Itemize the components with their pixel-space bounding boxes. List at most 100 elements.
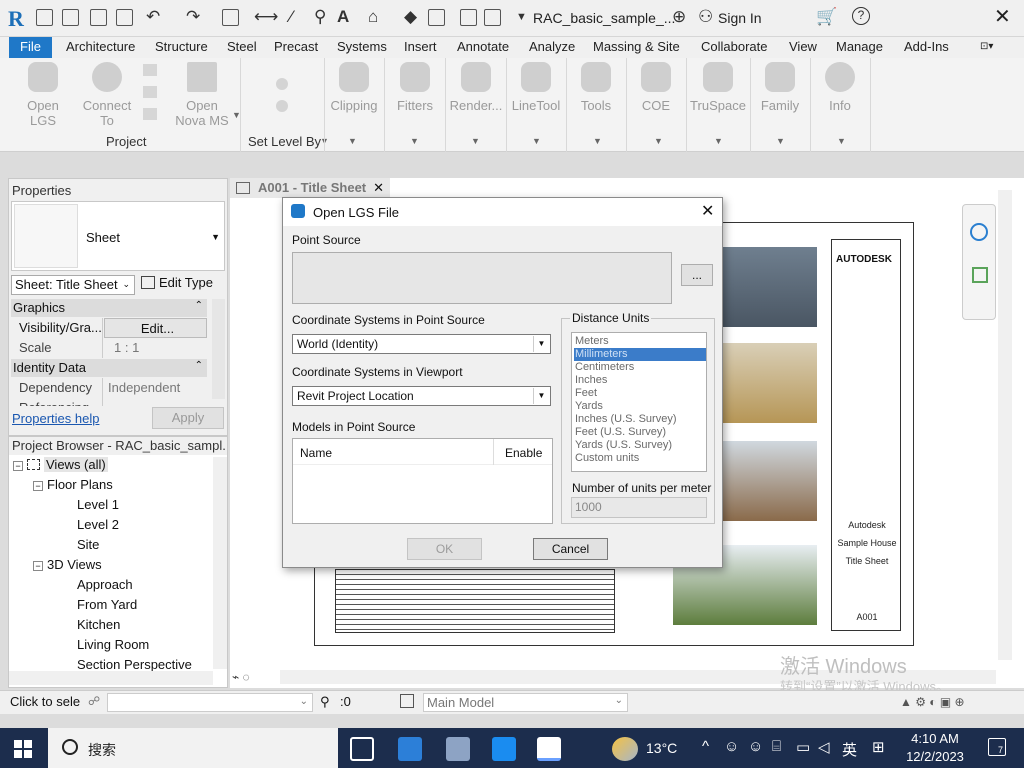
open-lgs-button[interactable]: Open LGS xyxy=(20,62,66,128)
close-icon[interactable]: ✕ xyxy=(373,180,384,196)
unit-option[interactable]: Yards xyxy=(574,400,706,413)
cancel-button[interactable]: Cancel xyxy=(533,538,608,560)
point-source-field[interactable] xyxy=(292,252,672,304)
dimension-icon[interactable]: ⁄ xyxy=(290,7,293,27)
tree-node-living-room[interactable]: Living Room xyxy=(77,637,149,652)
apply-button[interactable]: Apply xyxy=(152,407,224,429)
text-icon[interactable]: A xyxy=(337,7,349,27)
chevron-down-icon[interactable]: ▼ xyxy=(348,136,357,146)
redo-icon[interactable]: ↷ xyxy=(186,7,200,27)
level-icon[interactable] xyxy=(276,100,288,112)
unit-option[interactable]: Feet (U.S. Survey) xyxy=(574,426,706,439)
canvas-vscrollbar[interactable] xyxy=(998,190,1012,660)
editable-only-icon[interactable]: ⚲ xyxy=(320,694,330,710)
chevron-down-icon[interactable]: ▼ xyxy=(593,136,602,146)
print-icon[interactable] xyxy=(222,9,239,26)
tree-node-section-perspective[interactable]: Section Perspective xyxy=(77,657,192,672)
selection-filter-icons[interactable]: ▲ ⚙ ◐ ▣ ⊕ xyxy=(900,695,965,709)
category-graphics[interactable]: Graphics ⌃ xyxy=(11,299,207,317)
edit-type-button[interactable]: Edit Type xyxy=(141,275,213,290)
unit-option-selected[interactable]: Millimeters xyxy=(574,348,706,361)
type-selector[interactable]: Sheet ▼ xyxy=(11,201,225,271)
view-control-icons[interactable]: ⌁ ◌ xyxy=(232,670,250,684)
unit-option[interactable]: Feet xyxy=(574,387,706,400)
help-icon[interactable]: ? xyxy=(852,7,870,25)
coord-source-select[interactable]: World (Identity) ▼ xyxy=(292,334,551,354)
tab-view[interactable]: View xyxy=(789,39,817,54)
customize-qat-icon[interactable]: ▼ xyxy=(516,11,527,23)
zoom-icon[interactable] xyxy=(972,267,988,283)
ime-indicator[interactable]: 英 xyxy=(842,739,857,760)
open-nova-ms-button[interactable]: Open Nova MS xyxy=(172,62,232,128)
units-per-meter-input[interactable]: 1000 xyxy=(571,497,707,518)
small-tool-icon[interactable] xyxy=(143,86,157,98)
collapse-icon[interactable]: ⌃ xyxy=(195,300,203,311)
tab-file[interactable]: File xyxy=(9,37,52,58)
chevron-down-icon[interactable]: ▼ xyxy=(714,136,723,146)
design-option-select[interactable]: Main Model ⌄ xyxy=(423,693,628,712)
fitters-button[interactable]: Fitters xyxy=(387,62,443,113)
browser-hscrollbar[interactable] xyxy=(9,671,213,685)
qq-icon[interactable]: ☺ xyxy=(724,738,739,755)
instance-filter-select[interactable]: Sheet: Title Sheet ⌄ xyxy=(11,275,135,295)
binoculars-icon[interactable]: ⊕ xyxy=(672,7,686,27)
properties-help-link[interactable]: Properties help xyxy=(12,411,99,426)
tab-precast[interactable]: Precast xyxy=(274,39,318,54)
steering-wheel-icon[interactable] xyxy=(970,223,988,241)
ok-button[interactable]: OK xyxy=(407,538,482,560)
tree-node-from-yard[interactable]: From Yard xyxy=(77,597,137,612)
unit-option[interactable]: Centimeters xyxy=(574,361,706,374)
switch-windows-icon[interactable] xyxy=(460,9,477,26)
tree-node-3d-views[interactable]: −3D Views xyxy=(33,557,102,572)
status-workset-select[interactable]: ⌄ xyxy=(107,693,313,712)
truspace-button[interactable]: TruSpace xyxy=(688,62,748,113)
tree-node-views-all[interactable]: − Views (all) xyxy=(13,457,108,472)
chevron-down-icon[interactable]: ▼ xyxy=(471,136,480,146)
small-tool-icon[interactable] xyxy=(143,108,157,120)
collapse-icon[interactable]: ⌃ xyxy=(195,360,203,371)
tree-node-floor-plans[interactable]: − Floor Plans xyxy=(33,477,113,492)
chevron-down-icon[interactable]: ▼ xyxy=(654,136,663,146)
tree-node-approach[interactable]: Approach xyxy=(77,577,133,592)
browse-button[interactable]: ... xyxy=(681,264,713,286)
tree-node-kitchen[interactable]: Kitchen xyxy=(77,617,120,632)
chevron-down-icon[interactable]: ▼ xyxy=(776,136,785,146)
monitor-icon[interactable]: ▭ xyxy=(796,738,810,756)
tab-analyze[interactable]: Analyze xyxy=(529,39,575,54)
network-icon[interactable]: ⌸ xyxy=(772,738,781,755)
sign-in-button[interactable]: Sign In xyxy=(718,10,762,26)
tab-steel[interactable]: Steel xyxy=(227,39,257,54)
tab-collaborate[interactable]: Collaborate xyxy=(701,39,768,54)
clipping-button[interactable]: Clipping xyxy=(326,62,382,113)
family-button[interactable]: Family xyxy=(752,62,808,113)
unit-option[interactable]: Yards (U.S. Survey) xyxy=(574,439,706,452)
edit-visibility-button[interactable]: Edit... xyxy=(104,318,207,338)
connect-to-button[interactable]: Connect To xyxy=(78,62,136,128)
chevron-down-icon[interactable]: ▼ xyxy=(410,136,419,146)
models-table[interactable]: Name Enable xyxy=(292,438,553,524)
info-button[interactable]: Info xyxy=(812,62,868,113)
chevron-up-icon[interactable]: ^ xyxy=(702,738,709,755)
coe-button[interactable]: COE xyxy=(628,62,684,113)
weather-icon[interactable] xyxy=(612,737,638,761)
coord-viewport-select[interactable]: Revit Project Location ▼ xyxy=(292,386,551,406)
close-icon[interactable]: ✕ xyxy=(701,201,714,221)
weather-temp[interactable]: 13°C xyxy=(646,740,677,756)
qq-icon[interactable]: ☺ xyxy=(748,738,763,755)
tree-node-site[interactable]: Site xyxy=(77,537,99,552)
small-tool-icon[interactable] xyxy=(143,64,157,76)
unit-option[interactable]: Custom units xyxy=(574,452,706,465)
linetool-button[interactable]: LineTool xyxy=(508,62,564,113)
tab-systems[interactable]: Systems xyxy=(337,39,387,54)
unit-option[interactable]: Inches (U.S. Survey) xyxy=(574,413,706,426)
chevron-down-icon[interactable]: ▼ xyxy=(532,136,541,146)
open-icon[interactable] xyxy=(36,9,53,26)
view-tab-a001[interactable]: A001 - Title Sheet ✕ xyxy=(230,178,390,198)
folder-icon[interactable] xyxy=(62,9,79,26)
tile-icon[interactable] xyxy=(484,9,501,26)
worksets-icon[interactable]: ☍ xyxy=(88,694,100,708)
tools-button[interactable]: Tools xyxy=(568,62,624,113)
unit-option[interactable]: Meters xyxy=(574,335,706,348)
notification-icon[interactable] xyxy=(988,738,1006,756)
units-listbox[interactable]: Meters Millimeters Centimeters Inches Fe… xyxy=(571,332,707,472)
